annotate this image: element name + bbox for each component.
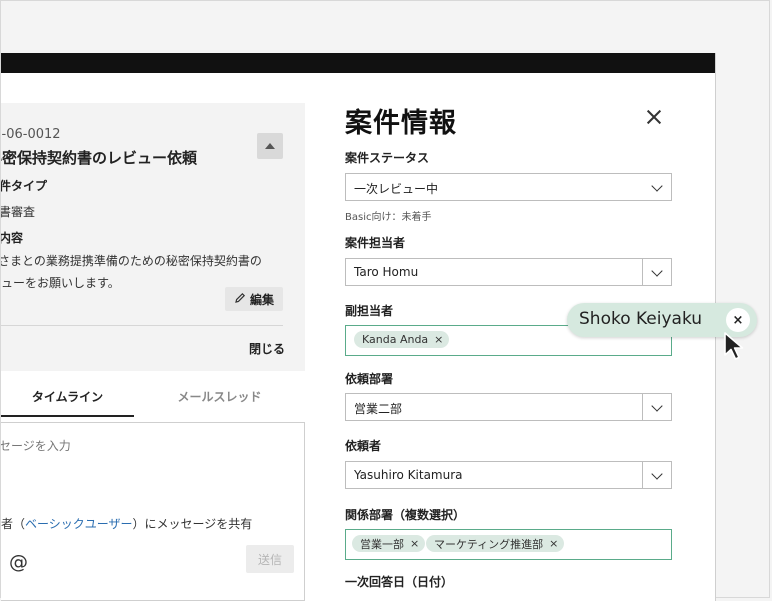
requester-select[interactable]: Yasuhiro Kitamura xyxy=(345,461,672,489)
chevron-down-icon[interactable] xyxy=(651,400,663,412)
dept-value: 営業二部 xyxy=(354,402,403,416)
share-hint-prefix: 依頼者（ xyxy=(1,517,26,531)
chip-remove-icon[interactable]: × xyxy=(549,537,558,550)
mouse-cursor-icon xyxy=(723,331,749,363)
request-content-label: 依頼内容 xyxy=(1,231,24,245)
send-button[interactable]: 送信 xyxy=(246,545,294,573)
related-dept-label: 関係部署（複数選択） xyxy=(345,508,466,522)
requester-value: Yasuhiro Kitamura xyxy=(354,468,463,482)
chevron-down-icon xyxy=(651,180,663,192)
status-value: 一次レビュー中 xyxy=(354,182,439,196)
chip-kanda-anda: Kanda Anda × xyxy=(354,331,450,348)
message-input-box[interactable]: メッセージを入力 依頼者（ベーシックユーザー）にメッセージを共有 @ 送信 xyxy=(1,422,305,601)
owner-label: 案件担当者 xyxy=(345,236,406,250)
status-label: 案件ステータス xyxy=(345,151,430,165)
message-placeholder: メッセージを入力 xyxy=(1,439,71,453)
edit-button[interactable]: 編集 xyxy=(225,287,283,311)
chip-marketing: マーケティング推進部 × xyxy=(426,535,565,552)
panel-title: 案件情報 xyxy=(345,108,457,139)
case-type-label: 案件タイプ xyxy=(1,179,48,193)
owner-select[interactable]: Taro Homu xyxy=(345,258,672,286)
tab-mail-thread[interactable]: メールスレッド xyxy=(153,388,286,415)
dept-select[interactable]: 営業二部 xyxy=(345,393,672,421)
chevron-down-icon[interactable] xyxy=(651,468,663,480)
request-content-line: ○○さまとの業務提携準備のための秘密保持契約書の xyxy=(1,254,262,268)
chevron-down-icon[interactable] xyxy=(651,265,663,277)
chip-label: Kanda Anda xyxy=(362,333,429,346)
first-reply-label: 一次回答日（日付） xyxy=(345,575,454,589)
pencil-icon xyxy=(234,292,246,307)
tab-timeline[interactable]: タイムライン xyxy=(1,388,134,417)
card-divider xyxy=(1,325,283,326)
collapse-button[interactable] xyxy=(257,133,283,159)
chip-label: マーケティング推進部 xyxy=(434,537,544,551)
share-hint-suffix: ）にメッセージを共有 xyxy=(132,517,253,531)
select-divider xyxy=(642,462,643,488)
status-select[interactable]: 一次レビュー中 xyxy=(345,173,672,201)
chip-remove-icon[interactable]: × xyxy=(434,333,443,346)
chip-label: 営業一部 xyxy=(360,537,404,551)
basic-user-link[interactable]: ベーシックユーザー xyxy=(25,517,133,531)
owner-value: Taro Homu xyxy=(354,265,419,279)
select-divider xyxy=(642,394,643,420)
top-bar xyxy=(1,53,715,73)
screen-frame: 22-06-0012 秘密保持契約書のレビュー依頼 案件タイプ 契約書審査 依頼… xyxy=(0,0,770,601)
chip-sales-1: 営業一部 × xyxy=(352,535,426,552)
close-icon[interactable] xyxy=(643,107,665,129)
dept-label: 依頼部署 xyxy=(345,372,394,386)
chip-remove-icon[interactable]: × xyxy=(410,537,419,550)
select-divider xyxy=(642,259,643,285)
case-id: 22-06-0012 xyxy=(1,127,61,142)
status-hint: Basic向け：未着手 xyxy=(345,212,432,223)
close-link[interactable]: 閉じる xyxy=(249,340,285,357)
close-icon[interactable]: × xyxy=(726,308,750,332)
sub-owner-label: 副担当者 xyxy=(345,304,394,318)
case-title: 秘密保持契約書のレビュー依頼 xyxy=(1,149,198,167)
share-hint: 依頼者（ベーシックユーザー）にメッセージを共有 xyxy=(1,515,252,532)
case-type-value: 契約書審査 xyxy=(1,205,36,219)
mention-icon[interactable]: @ xyxy=(9,551,28,573)
edit-label: 編集 xyxy=(249,292,274,307)
requester-label: 依頼者 xyxy=(345,439,382,453)
dragged-tag-label: Shoko Keiyaku xyxy=(579,309,703,329)
related-dept-multiselect[interactable]: 営業一部 × マーケティング推進部 × xyxy=(345,529,672,560)
